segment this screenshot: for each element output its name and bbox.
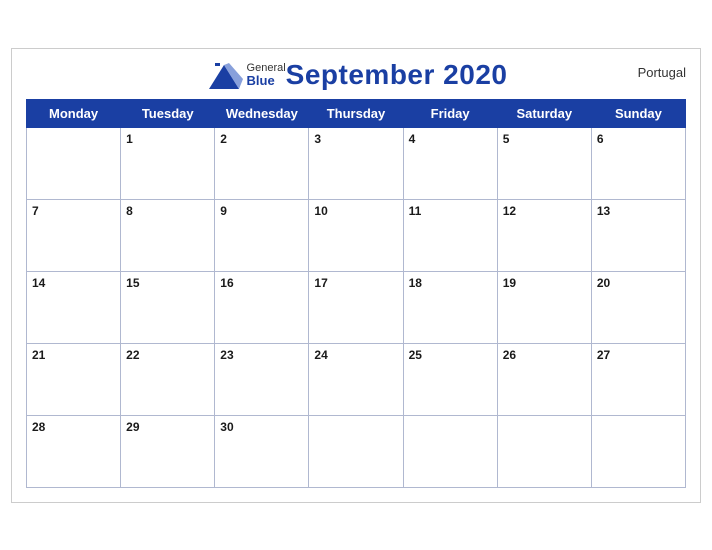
calendar-title-block: September 2020 — [286, 59, 508, 91]
day-number: 4 — [409, 132, 416, 146]
week-row-4: 21 22 23 24 25 26 27 — [27, 343, 686, 415]
calendar-thead: Monday Tuesday Wednesday Thursday Friday… — [27, 99, 686, 127]
weekday-header-row: Monday Tuesday Wednesday Thursday Friday… — [27, 99, 686, 127]
header-tuesday: Tuesday — [121, 99, 215, 127]
day-number: 1 — [126, 132, 133, 146]
day-cell: 28 — [27, 415, 121, 487]
day-number: 16 — [220, 276, 233, 290]
day-cell: 11 — [403, 199, 497, 271]
day-cell — [309, 415, 403, 487]
day-number: 6 — [597, 132, 604, 146]
day-number: 12 — [503, 204, 516, 218]
header-wednesday: Wednesday — [215, 99, 309, 127]
day-number: 24 — [314, 348, 327, 362]
day-number: 29 — [126, 420, 139, 434]
day-cell: 16 — [215, 271, 309, 343]
day-cell: 25 — [403, 343, 497, 415]
country-label: Portugal — [638, 65, 686, 80]
day-number: 17 — [314, 276, 327, 290]
day-cell: 9 — [215, 199, 309, 271]
logo: General Blue — [205, 59, 286, 93]
day-number: 21 — [32, 348, 45, 362]
day-number: 28 — [32, 420, 45, 434]
day-cell: 10 — [309, 199, 403, 271]
day-number: 5 — [503, 132, 510, 146]
day-number: 3 — [314, 132, 321, 146]
header-thursday: Thursday — [309, 99, 403, 127]
calendar-body: 1234567891011121314151617181920212223242… — [27, 127, 686, 487]
logo-blue-text: Blue — [247, 74, 286, 88]
day-number: 9 — [220, 204, 227, 218]
day-cell: 29 — [121, 415, 215, 487]
day-cell: 14 — [27, 271, 121, 343]
day-number: 23 — [220, 348, 233, 362]
day-cell: 21 — [27, 343, 121, 415]
day-number: 26 — [503, 348, 516, 362]
week-row-5: 28 29 30 — [27, 415, 686, 487]
day-cell: 19 — [497, 271, 591, 343]
header-friday: Friday — [403, 99, 497, 127]
day-cell: 1 — [121, 127, 215, 199]
day-cell: 22 — [121, 343, 215, 415]
day-number: 2 — [220, 132, 227, 146]
day-cell — [27, 127, 121, 199]
day-cell: 12 — [497, 199, 591, 271]
day-number: 27 — [597, 348, 610, 362]
day-cell: 5 — [497, 127, 591, 199]
day-cell: 4 — [403, 127, 497, 199]
calendar-container: General Blue September 2020 Portugal Mon… — [11, 48, 701, 503]
day-cell: 7 — [27, 199, 121, 271]
day-number: 18 — [409, 276, 422, 290]
header-monday: Monday — [27, 99, 121, 127]
day-cell: 13 — [591, 199, 685, 271]
day-cell: 2 — [215, 127, 309, 199]
day-cell: 18 — [403, 271, 497, 343]
day-cell: 20 — [591, 271, 685, 343]
week-row-3: 14 15 16 17 18 19 20 — [27, 271, 686, 343]
day-number: 20 — [597, 276, 610, 290]
day-cell: 15 — [121, 271, 215, 343]
day-cell: 24 — [309, 343, 403, 415]
day-number: 30 — [220, 420, 233, 434]
day-cell: 17 — [309, 271, 403, 343]
day-cell: 26 — [497, 343, 591, 415]
week-row-2: 7 8 9 10 11 12 13 — [27, 199, 686, 271]
header-saturday: Saturday — [497, 99, 591, 127]
day-number: 13 — [597, 204, 610, 218]
day-cell: 30 — [215, 415, 309, 487]
day-number: 22 — [126, 348, 139, 362]
day-number: 19 — [503, 276, 516, 290]
calendar-header: General Blue September 2020 Portugal — [26, 59, 686, 93]
day-number: 7 — [32, 204, 39, 218]
logo-icon — [205, 59, 243, 93]
day-cell — [591, 415, 685, 487]
day-number: 10 — [314, 204, 327, 218]
day-cell: 27 — [591, 343, 685, 415]
day-number: 8 — [126, 204, 133, 218]
logo-text: General Blue — [247, 62, 286, 88]
day-number: 25 — [409, 348, 422, 362]
header-sunday: Sunday — [591, 99, 685, 127]
day-number: 15 — [126, 276, 139, 290]
day-cell: 23 — [215, 343, 309, 415]
week-row-1: 1 2 3 4 5 6 — [27, 127, 686, 199]
calendar-title: September 2020 — [286, 59, 508, 91]
day-cell: 6 — [591, 127, 685, 199]
day-cell — [403, 415, 497, 487]
day-number: 14 — [32, 276, 45, 290]
day-cell — [497, 415, 591, 487]
day-cell: 3 — [309, 127, 403, 199]
calendar-table: Monday Tuesday Wednesday Thursday Friday… — [26, 99, 686, 488]
day-number: 11 — [409, 204, 422, 218]
day-cell: 8 — [121, 199, 215, 271]
